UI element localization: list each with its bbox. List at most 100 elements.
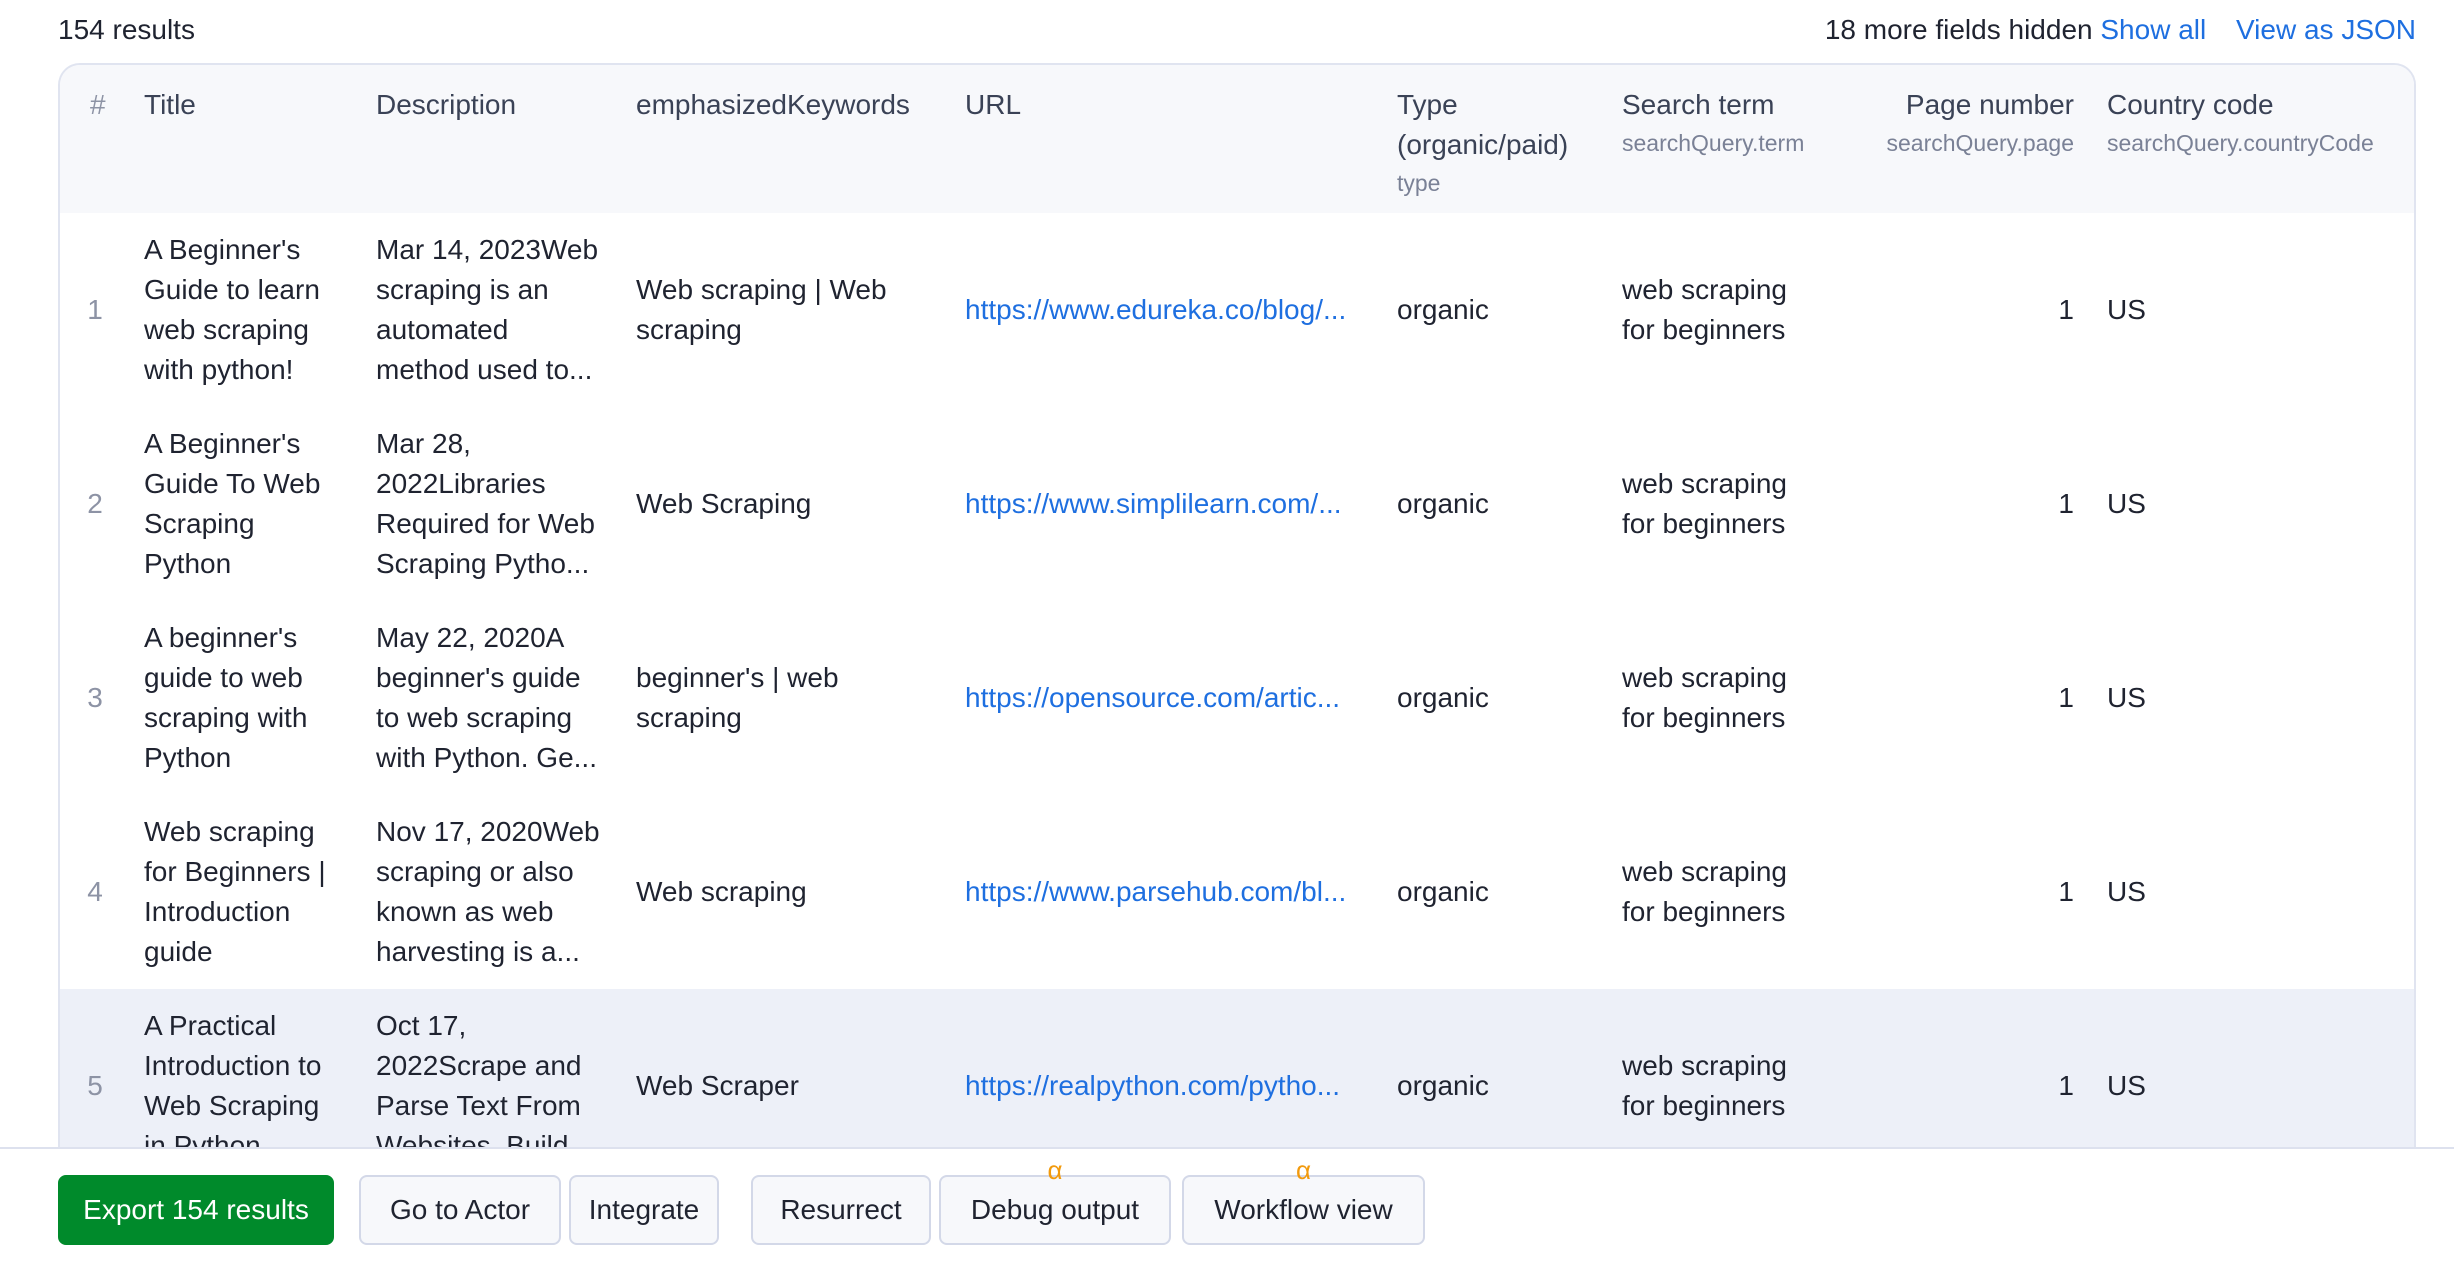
cell-keywords: beginner's | web scraping [636,601,936,795]
row-index-text: 1 [87,294,103,325]
cell-keywords-text: Web Scraper [636,1070,799,1101]
cell-url-link[interactable]: https://www.simplilearn.com/... [965,407,1385,601]
button-label: Workflow view [1214,1194,1393,1225]
cell-url-link[interactable]: https://www.edureka.co/blog/... [965,213,1385,407]
cell-type-text: organic [1397,876,1489,907]
cell-title-text: Web scraping for Beginners | Introductio… [144,816,326,967]
cell-title: A Beginner's Guide To Web Scraping Pytho… [144,407,344,601]
row-index: 3 [72,601,118,795]
row-index-text: 3 [87,682,103,713]
cell-page-number-text: 1 [2058,488,2074,519]
row-index-text: 5 [87,1070,103,1101]
cell-url-link-text[interactable]: https://www.edureka.co/blog/... [965,290,1346,330]
cell-search-term-text: web scraping for beginners [1622,468,1787,539]
cell-search-term-text: web scraping for beginners [1622,1050,1787,1121]
cell-type: organic [1397,213,1597,407]
results-count: 154 results [58,14,195,45]
cell-page-number-text: 1 [2058,1070,2074,1101]
button-label: Resurrect [780,1194,902,1225]
resurrect-button[interactable]: Resurrect [751,1175,931,1245]
table-row[interactable]: 4 Web scraping for Beginners | Introducti… [60,795,2414,991]
cell-url-link[interactable]: https://www.parsehub.com/bl... [965,795,1385,989]
cell-country-code: US [2107,407,2307,601]
cell-description: Nov 17, 2020Web scraping or also known a… [376,795,606,989]
alpha-badge-icon: α [1295,1155,1312,1185]
column-label: # [90,89,106,120]
cell-keywords: Web scraping | Web scraping [636,213,936,407]
column-header-url[interactable]: URL [965,85,1021,125]
view-as-json-link[interactable]: View as JSON [2236,14,2416,45]
cell-country-code: US [2107,213,2307,407]
column-label: Search term [1622,89,1775,120]
column-label: Country code [2107,89,2274,120]
column-field-key: searchQuery.term [1622,130,1805,156]
show-all-link[interactable]: Show all [2100,14,2206,45]
alpha-badge-icon: α [1047,1155,1063,1185]
cell-description-text: Mar 14, 2023Web scraping is an automated… [376,234,599,385]
hidden-fields-text: 18 more fields hidden [1824,14,2093,45]
column-field-key: searchQuery.page [1886,130,2074,156]
column-label: Page number [1905,89,2074,120]
table-header: # Title Description emphasizedKeywords U… [60,65,2414,215]
go-to-actor-button[interactable]: Go to Actor [359,1175,561,1245]
cell-title-text: A Practical Introduction to Web Scraping… [144,1010,322,1161]
cell-type: organic [1397,795,1597,989]
cell-country-code-text: US [2107,876,2146,907]
action-footer: Export 154 results Go to Actor Integrate Re… [0,1147,2454,1266]
cell-description-text: Nov 17, 2020Web scraping or also known a… [376,816,600,967]
cell-keywords-text: Web scraping | Web scraping [636,274,887,345]
table-row[interactable]: 1 A Beginner's Guide to learn web scrapin… [60,213,2414,409]
cell-url-link[interactable]: https://opensource.com/artic... [965,601,1385,795]
cell-url-link-text[interactable]: https://www.parsehub.com/bl... [965,872,1346,912]
cell-title: A Beginner's Guide to learn web scraping… [144,213,344,407]
cell-url-link-text[interactable]: https://realpython.com/pytho... [965,1066,1340,1106]
cell-url-link-text[interactable]: https://opensource.com/artic... [965,678,1340,718]
button-label: Go to Actor [389,1194,531,1225]
workflow-view-button[interactable]: Workflow view α [1182,1157,1425,1245]
cell-country-code-text: US [2107,488,2146,519]
cell-description-text: Oct 17, 2022Scrape and Parse Text From W… [376,1010,582,1161]
cell-keywords-text: Web scraping [636,876,807,907]
cell-description-text: Mar 28, 2022Libraries Required for Web S… [376,428,595,579]
cell-type-text: organic [1397,682,1489,713]
column-header-emphasized-keywords[interactable]: emphasizedKeywords [636,85,910,125]
integrate-button[interactable]: Integrate [569,1175,719,1245]
cell-page-number: 1 [1860,601,2074,795]
cell-description: May 22, 2020A beginner's guide to web sc… [376,601,606,795]
cell-country-code-text: US [2107,1070,2146,1101]
cell-keywords-text: Web Scraping [636,488,812,519]
column-header-type[interactable]: Type (organic/paid) type [1397,85,1597,201]
table-row[interactable]: 2 A Beginner's Guide To Web Scraping Pyth… [60,407,2414,603]
cell-url-link-text[interactable]: https://www.simplilearn.com/... [965,484,1342,524]
cell-page-number: 1 [1860,407,2074,601]
cell-title: A beginner's guide to web scraping with … [144,601,344,795]
cell-title-text: A Beginner's Guide to learn web scraping… [144,234,320,385]
column-header-title[interactable]: Title [144,85,196,125]
cell-title-text: A Beginner's Guide To Web Scraping Pytho… [144,428,321,579]
cell-search-term-text: web scraping for beginners [1622,662,1787,733]
cell-country-code-text: US [2107,682,2146,713]
cell-description: Mar 28, 2022Libraries Required for Web S… [376,407,606,601]
table-row[interactable]: 3 A beginner's guide to web scraping with… [60,601,2414,797]
button-label: Debug output [970,1194,1140,1225]
column-field-key: searchQuery.countryCode [2107,130,2374,156]
column-header-search-term[interactable]: Search term searchQuery.term [1622,85,1804,161]
export-results-button[interactable]: Export 154 results [58,1175,334,1245]
column-header-index[interactable]: # [90,85,106,125]
debug-output-button[interactable]: Debug output α [939,1157,1171,1245]
column-header-page-number[interactable]: Page number searchQuery.page [1860,85,2074,161]
cell-country-code: US [2107,795,2307,989]
column-header-description[interactable]: Description [376,85,516,125]
column-label: Type (organic/paid) [1397,89,1569,160]
cell-search-term: web scraping for beginners [1622,601,1822,795]
cell-page-number-text: 1 [2058,876,2074,907]
cell-search-term: web scraping for beginners [1622,795,1822,989]
column-field-key: type [1397,170,1441,196]
column-label: emphasizedKeywords [636,89,910,120]
cell-type-text: organic [1397,1070,1489,1101]
cell-page-number: 1 [1860,795,2074,989]
cell-keywords-text: beginner's | web scraping [636,662,839,733]
cell-description: Mar 14, 2023Web scraping is an automated… [376,213,606,407]
column-header-country-code[interactable]: Country code searchQuery.countryCode [2107,85,2374,161]
row-index-text: 4 [87,876,103,907]
